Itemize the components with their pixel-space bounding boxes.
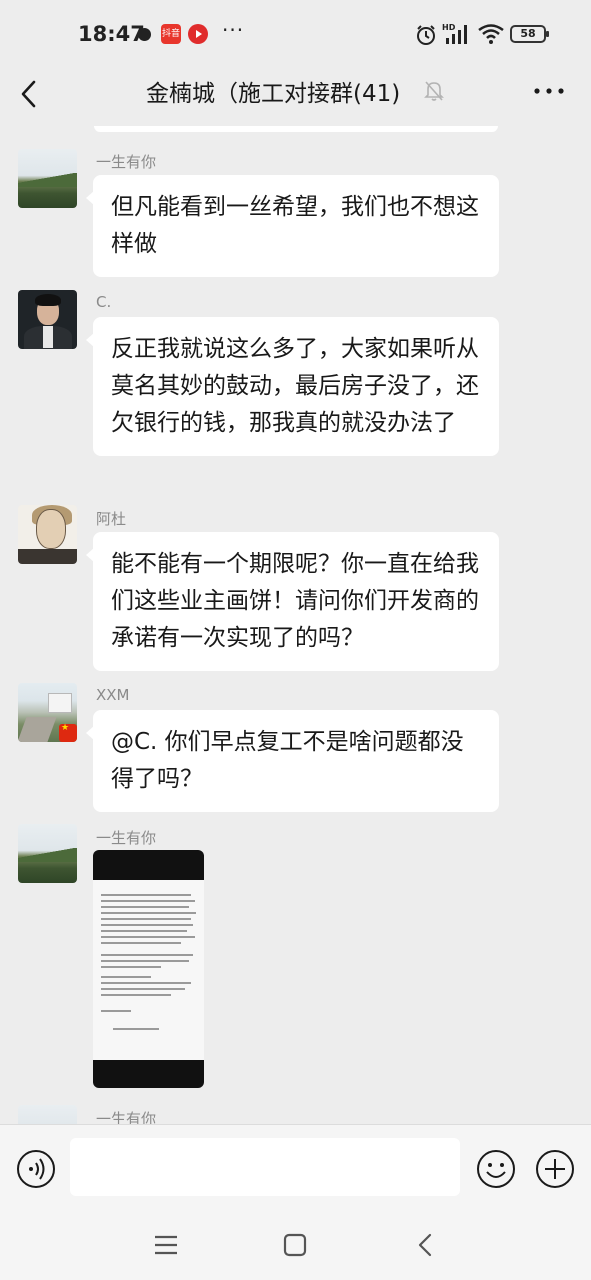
- status-more: ···: [222, 18, 245, 42]
- message-bubble[interactable]: 能不能有一个期限呢？你一直在给我们这些业主画饼！请问你们开发商的承诺有一次实现了…: [86, 532, 499, 671]
- document-thumbnail: [93, 880, 204, 1060]
- flag-badge-icon: [59, 723, 77, 742]
- sender-name: 一生有你: [96, 829, 157, 847]
- chat-header: 金楠城（施工对接群(41): [0, 66, 591, 126]
- more-icon[interactable]: [531, 78, 567, 104]
- message-bubble[interactable]: 但凡能看到一丝希望，我们也不想这样做: [86, 175, 499, 277]
- status-bar: 18:47 抖音 ··· HD 58: [0, 0, 591, 66]
- sender-name: C.: [96, 293, 112, 311]
- avatar[interactable]: [18, 149, 77, 208]
- nav-back-icon[interactable]: [412, 1230, 438, 1260]
- partial-message-bubble: [94, 126, 498, 132]
- svg-text:HD: HD: [442, 23, 456, 32]
- image-message[interactable]: [93, 850, 204, 1088]
- battery-icon: 58: [510, 25, 549, 43]
- notification-dot-icon: [138, 28, 151, 41]
- back-icon[interactable]: [14, 74, 44, 114]
- home-icon[interactable]: [282, 1232, 308, 1258]
- video-app-icon: [188, 24, 208, 44]
- hd-signal-icon: HD: [442, 23, 467, 44]
- message-bubble[interactable]: @C. 你们早点复工不是啥问题都没得了吗？: [86, 710, 499, 812]
- sender-name: 一生有你: [96, 1110, 157, 1124]
- wifi-icon: [478, 24, 504, 44]
- alarm-icon: [417, 25, 435, 45]
- sender-name: 阿杜: [96, 510, 127, 528]
- avatar[interactable]: [18, 824, 77, 883]
- voice-icon[interactable]: [16, 1149, 56, 1189]
- plus-icon[interactable]: [535, 1149, 575, 1189]
- menu-icon[interactable]: [152, 1232, 180, 1258]
- avatar[interactable]: [18, 505, 77, 564]
- message-list[interactable]: 一生有你 但凡能看到一丝希望，我们也不想这样做 C. 反正我就说这么多了，大家如…: [0, 126, 591, 1124]
- message-input[interactable]: [70, 1138, 460, 1196]
- emoji-icon[interactable]: [476, 1149, 516, 1189]
- system-nav-bar: [0, 1210, 591, 1280]
- sender-name: XXM: [96, 686, 130, 704]
- mute-bell-icon: [424, 81, 444, 101]
- sender-name: 一生有你: [96, 153, 157, 171]
- chat-title[interactable]: 金楠城（施工对接群(41): [146, 74, 400, 108]
- avatar[interactable]: [18, 683, 77, 742]
- status-time: 18:47: [78, 22, 145, 46]
- avatar[interactable]: [18, 1105, 77, 1124]
- input-bar: [0, 1124, 591, 1210]
- app-notification-icon: 抖音: [161, 24, 181, 44]
- message-bubble[interactable]: 反正我就说这么多了，大家如果听从莫名其妙的鼓动，最后房子没了，还欠银行的钱，那我…: [86, 317, 499, 456]
- avatar[interactable]: [18, 290, 77, 349]
